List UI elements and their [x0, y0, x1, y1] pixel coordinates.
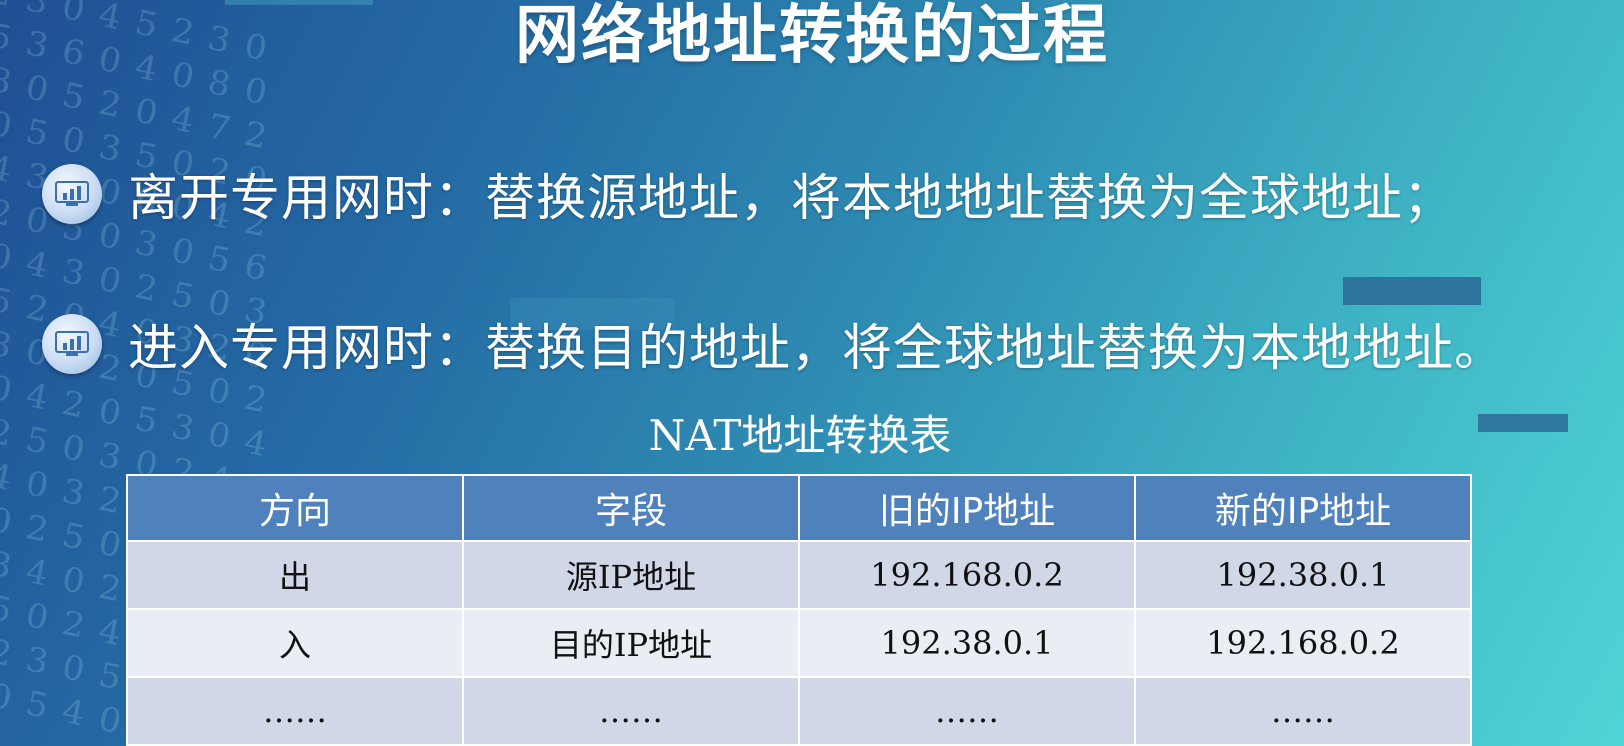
- bullet-text: 进入专用网时：替换目的地址，将全球地址替换为本地地址。: [128, 319, 1505, 377]
- table-cell: ……: [798, 676, 1136, 746]
- bullet-item-enter: 进入专用网时：替换目的地址，将全球地址替换为本地地址。: [42, 308, 1505, 380]
- chart-icon: [42, 314, 102, 374]
- table-cell: ……: [1134, 676, 1472, 746]
- table-cell: 192.168.0.2: [798, 540, 1136, 610]
- chart-icon: [42, 164, 102, 224]
- column-header-old-ip: 旧的IP地址: [798, 474, 1136, 542]
- table-row: 入 目的IP地址 192.38.0.1 192.168.0.2: [126, 608, 1472, 678]
- table-header-row: 方向 字段 旧的IP地址 新的IP地址: [126, 474, 1472, 542]
- decorative-bar: [1343, 277, 1481, 305]
- nat-translation-table: 方向 字段 旧的IP地址 新的IP地址 出 源IP地址 192.168.0.2 …: [126, 474, 1472, 746]
- table-cell: 192.168.0.2: [1134, 608, 1472, 678]
- table-cell: ……: [462, 676, 800, 746]
- table-cell: 出: [126, 540, 464, 610]
- bullet-item-leave: 离开专用网时：替换源地址，将本地地址替换为全球地址；: [42, 158, 1454, 230]
- column-header-field: 字段: [462, 474, 800, 542]
- table-cell: 192.38.0.1: [798, 608, 1136, 678]
- bullet-text: 离开专用网时：替换源地址，将本地地址替换为全球地址；: [128, 169, 1454, 227]
- column-header-new-ip: 新的IP地址: [1134, 474, 1472, 542]
- table-cell: ……: [126, 676, 464, 746]
- table-cell: 192.38.0.1: [1134, 540, 1472, 610]
- table-caption: NAT地址转换表: [648, 411, 952, 460]
- table-row: …… …… …… ……: [126, 676, 1472, 746]
- column-header-direction: 方向: [126, 474, 464, 542]
- table-cell: 入: [126, 608, 464, 678]
- table-cell: 源IP地址: [462, 540, 800, 610]
- slide-title: 网络地址转换的过程: [515, 0, 1109, 73]
- table-cell: 目的IP地址: [462, 608, 800, 678]
- table-row: 出 源IP地址 192.168.0.2 192.38.0.1: [126, 540, 1472, 610]
